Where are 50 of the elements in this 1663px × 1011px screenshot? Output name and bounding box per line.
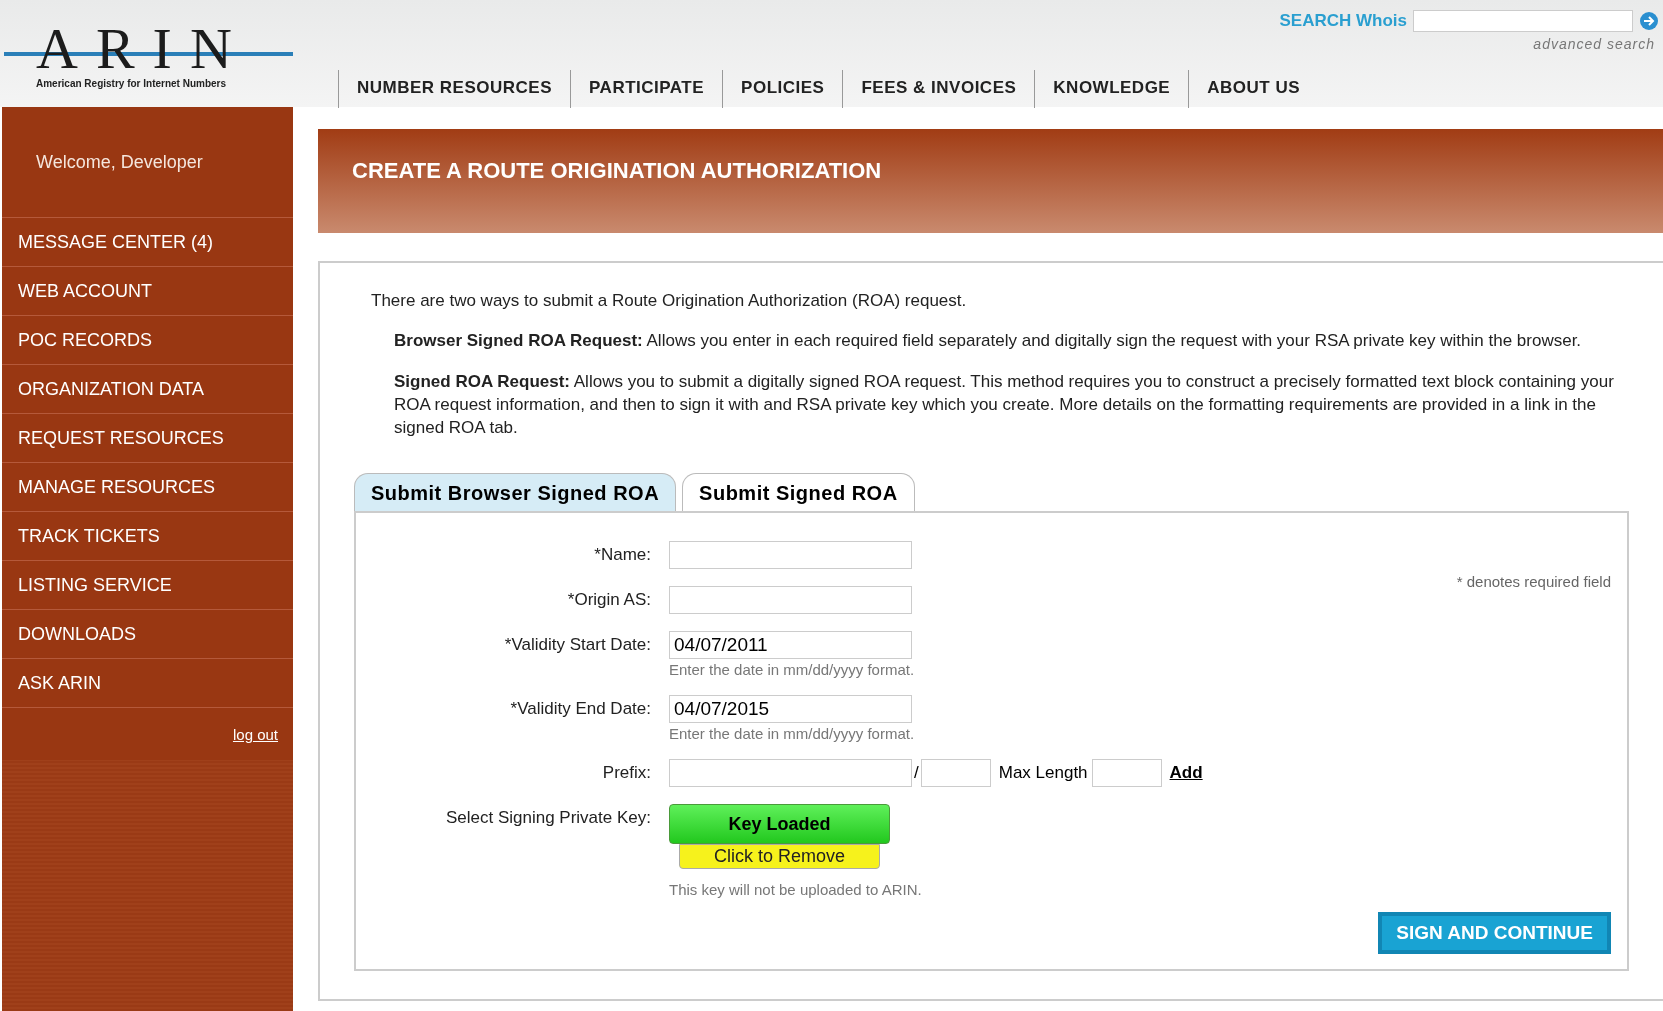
click-to-remove-button[interactable]: Click to Remove [679,844,880,869]
slash-separator: / [914,763,919,783]
sidebar-item[interactable]: POC RECORDS [2,316,293,365]
sidebar-item[interactable]: TRACK TICKETS [2,512,293,561]
nav-menu-item[interactable]: PARTICIPATE [570,70,723,108]
sidebar-item[interactable]: ASK ARIN [2,659,293,708]
sidebar-item[interactable]: ORGANIZATION DATA [2,365,293,414]
field-hint: Enter the date in mm/dd/yyyy format. [669,661,915,678]
nav-menu-item[interactable]: POLICIES [722,70,843,108]
sidebar-item[interactable]: MESSAGE CENTER (4) [2,218,293,267]
advanced-search-link[interactable]: advanced search [1533,36,1663,52]
nav-menu-item[interactable]: ABOUT US [1188,70,1318,108]
input-field[interactable]: 04/07/2011 [669,631,912,659]
log-out-link[interactable]: log out [232,725,278,743]
max-length-field[interactable] [1091,759,1162,787]
search-field[interactable] [1413,10,1633,32]
intro-text: There are two ways to submit a Route Origination Authorization (ROA) request. [371,291,968,311]
nav-menu-item[interactable]: NUMBER RESOURCES [338,70,571,108]
sidebar-item[interactable]: WEB ACCOUNT [2,267,293,316]
add-link[interactable]: Add [1169,763,1203,783]
tab[interactable]: Submit Browser Signed ROA [354,473,677,511]
search-label: SEARCH Whois [1279,11,1407,31]
prefix-length-field[interactable] [920,759,991,787]
nav-menu-item[interactable]: KNOWLEDGE [1034,70,1189,108]
sidebar-item[interactable]: REQUEST RESOURCES [2,414,293,463]
input-field[interactable] [669,586,912,614]
field-label: Prefix: [601,762,651,783]
option-description: Browser Signed ROA Request: Allows you enter in each required field separately and digitally sign the request with your RSA private key within the browser. [394,330,1583,352]
field-label: Select Signing Private Key: [444,807,651,828]
max-length-label: Max Length [998,763,1088,783]
field-label: *Validity End Date: [509,698,651,719]
sidebar-item[interactable]: LISTING SERVICE [2,561,293,610]
field-label: *Validity Start Date: [503,634,651,655]
page-title: CREATE A ROUTE ORIGINATION AUTHORIZATION [352,158,882,184]
key-loaded-button[interactable]: Key Loaded [669,804,890,844]
tab[interactable]: Submit Signed ROA [682,473,915,511]
logo-tagline: American Registry for Internet Numbers [35,78,228,89]
welcome-text: Welcome, Developer [36,151,203,173]
required-field-note: * denotes required field [1456,573,1611,590]
input-field[interactable] [669,541,912,569]
field-label: *Origin AS: [566,589,651,610]
prefix-field[interactable] [669,759,912,787]
sidebar-item[interactable]: MANAGE RESOURCES [2,463,293,512]
nav-menu-item[interactable]: FEES & INVOICES [842,70,1035,108]
field-hint: Enter the date in mm/dd/yyyy format. [669,725,915,742]
sidebar-item[interactable]: DOWNLOADS [2,610,293,659]
field-label: *Name: [593,544,651,565]
key-note: This key will not be uploaded to ARIN. [669,881,922,898]
input-field[interactable]: 04/07/2015 [669,695,912,723]
option-description: Signed ROA Request: Allows you to submit a digitally signed ROA request. This method requires you to construct a precisely formatted text block containing your ROA request information, and then to sign it with and RSA private key which you create. More details on the formatting requirements are provided in a link in the signed ROA tab. [394,371,1615,439]
